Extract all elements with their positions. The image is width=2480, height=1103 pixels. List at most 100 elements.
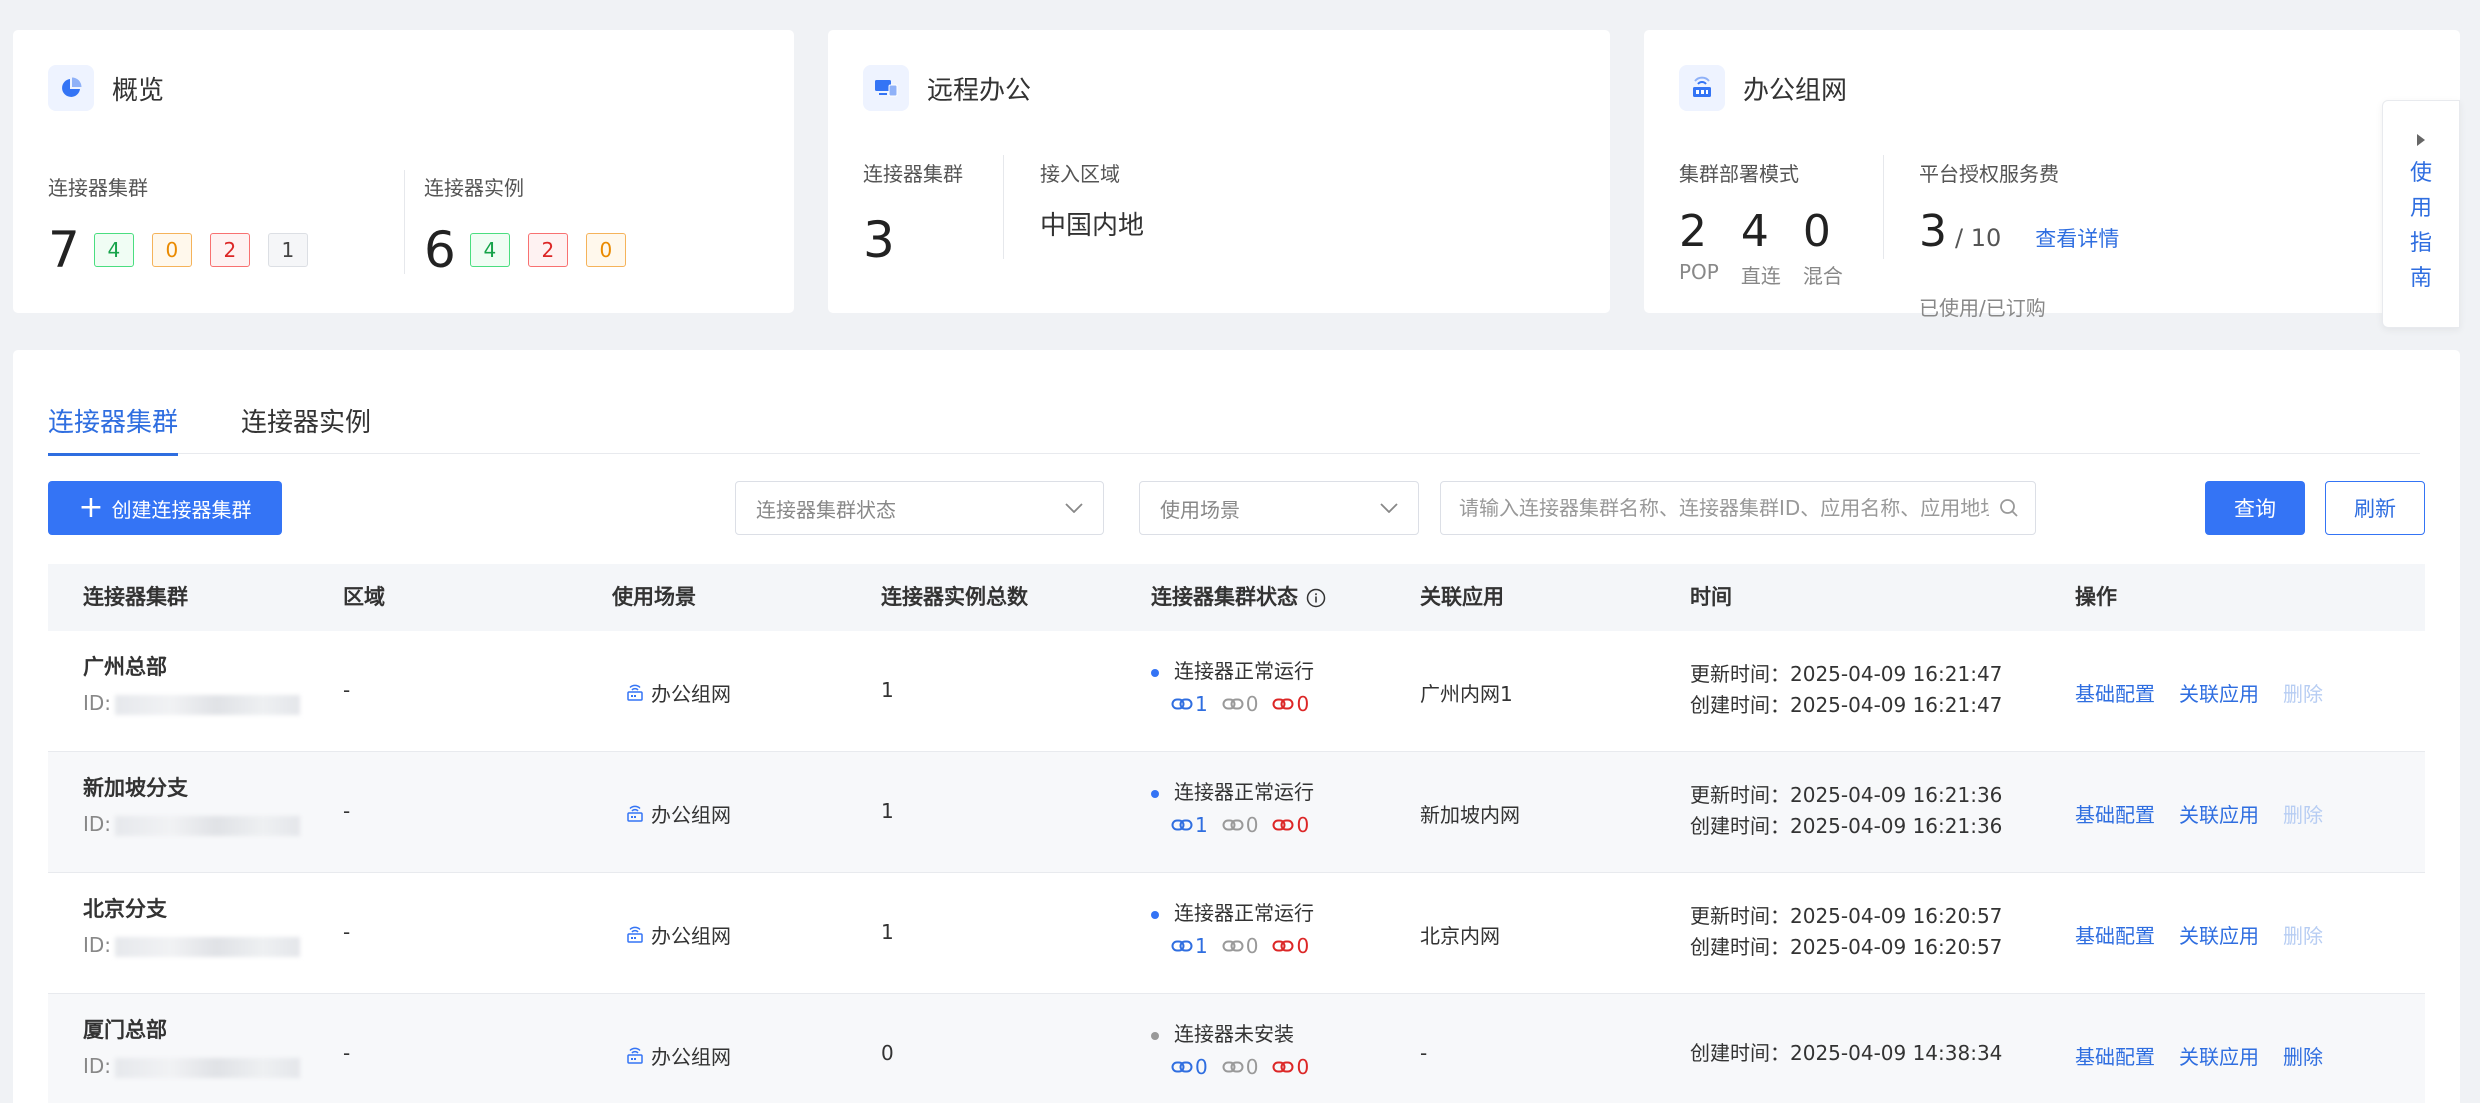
th-scene: 使用场景 [612, 585, 696, 609]
th-time: 时间 [1690, 585, 1732, 609]
overview-instance-stats: 6 4 2 0 [424, 225, 644, 275]
router-icon [627, 1047, 643, 1064]
status-line: 连接器未安装 [1151, 1018, 1323, 1047]
delete-link[interactable]: 删除 [2283, 1041, 2323, 1070]
mode-hybrid-label: 混合 [1802, 264, 1843, 288]
cluster-cell: 北京分支 ID: [83, 893, 301, 957]
delete-link: 删除 [2283, 682, 2323, 706]
scene-select[interactable]: 使用场景 [1139, 481, 1419, 535]
link-app-link[interactable]: 关联应用 [2179, 1041, 2259, 1070]
scene-cell: 办公组网 [626, 1041, 731, 1070]
status-line: 连接器正常运行 [1151, 776, 1323, 805]
router-icon [627, 805, 643, 822]
instance-warning-badge[interactable]: 0 [585, 233, 626, 267]
plus-icon: + [78, 490, 104, 525]
info-icon[interactable] [1306, 588, 1326, 608]
overview-instance-total: 6 [424, 221, 456, 279]
office-fee-total: / 10 [1955, 224, 2002, 252]
cluster-running-badge[interactable]: 4 [93, 233, 134, 267]
cluster-warning-badge[interactable]: 0 [151, 233, 192, 267]
cluster-name[interactable]: 新加坡分支 [83, 772, 300, 802]
link-app-link[interactable]: 关联应用 [2179, 678, 2259, 707]
office-fee-detail-link[interactable]: 查看详情 [2035, 223, 2119, 253]
instance-running-badge[interactable]: 4 [469, 233, 510, 267]
broken-count: 0 [1296, 692, 1310, 716]
basic-config-link[interactable]: 基础配置 [2075, 920, 2155, 949]
basic-config-link[interactable]: 基础配置 [2075, 799, 2155, 828]
link-connected-icon [1171, 940, 1193, 952]
linked-app-cell: 北京内网 [1420, 924, 1500, 948]
search-input[interactable] [1459, 482, 1989, 534]
mode-direct: 4 直连 [1741, 210, 1781, 289]
remote-office-header: 远程办公 [863, 65, 1031, 111]
usage-guide-label: 使用指南 [2409, 161, 2432, 291]
overview-cluster-total: 7 [48, 221, 80, 279]
cluster-id: ID: [83, 812, 301, 836]
linked-app-cell: 广州内网1 [1420, 682, 1513, 706]
mode-pop-label: POP [1679, 260, 1719, 284]
status-dot [1151, 668, 1159, 677]
instance-status-counts: 1 0 0 [1171, 813, 1323, 837]
link-idle-icon [1222, 698, 1244, 710]
tab-connector-instances[interactable]: 连接器实例 [241, 402, 371, 453]
time-cell: 更新时间：2025-04-09 16:20:57 创建时间：2025-04-09 … [1690, 901, 2002, 963]
link-app-link[interactable]: 关联应用 [2179, 920, 2259, 949]
cluster-status-placeholder: 连接器集群状态 [756, 497, 896, 522]
mode-direct-value: 4 [1740, 206, 1769, 257]
time-cell: 更新时间：2025-04-09 16:21:36 创建时间：2025-04-09 … [1690, 780, 2002, 842]
created-time: 创建时间：2025-04-09 16:21:47 [1690, 693, 2003, 717]
office-network-card: 办公组网 集群部署模式 2 POP 4 直连 0 混合 平台授权服务费 3 / … [1644, 30, 2460, 320]
updated-time: 更新时间：2025-04-09 16:21:36 [1690, 783, 2003, 807]
office-fee-label: 平台授权服务费 [1919, 162, 2059, 186]
overview-header: 概览 [48, 65, 164, 111]
broken-count: 0 [1296, 934, 1310, 958]
mode-hybrid: 0 混合 [1803, 210, 1843, 289]
region-cell: - [343, 678, 351, 702]
mode-hybrid-value: 0 [1802, 206, 1831, 257]
scene-cell: 办公组网 [626, 920, 731, 949]
table-row: 新加坡分支 ID: - 办公组网 1 连接器正常运行 1 0 0 新加坡内网 更新时间：2025-0… [48, 752, 2425, 873]
cluster-uninstalled-badge[interactable]: 1 [267, 233, 308, 267]
cluster-cell: 新加坡分支 ID: [83, 772, 301, 836]
idle-count: 0 [1245, 934, 1259, 958]
overview-cluster-label: 连接器集群 [48, 176, 148, 200]
usage-guide-tab[interactable]: 使用指南 [2382, 100, 2460, 328]
status-line: 连接器正常运行 [1151, 655, 1323, 684]
cluster-error-badge[interactable]: 2 [209, 233, 250, 267]
link-connected-icon [1171, 819, 1193, 831]
cluster-cell: 广州总部 ID: [83, 651, 301, 715]
query-button[interactable]: 查询 [2205, 481, 2305, 535]
table-header: 连接器集群 区域 使用场景 连接器实例总数 连接器集群状态 关联应用 时间 操作 [48, 564, 2425, 631]
cluster-status-select[interactable]: 连接器集群状态 [735, 481, 1104, 535]
status-cell: 连接器正常运行 1 0 0 [1151, 776, 1323, 837]
create-cluster-label: 创建连接器集群 [111, 497, 252, 522]
caret-right-icon [2417, 134, 2425, 146]
basic-config-link[interactable]: 基础配置 [2075, 1041, 2155, 1070]
cluster-name[interactable]: 广州总部 [83, 651, 300, 681]
cluster-name[interactable]: 北京分支 [83, 893, 300, 923]
delete-link: 删除 [2283, 924, 2323, 948]
status-dot [1151, 910, 1159, 919]
search-box [1440, 481, 2036, 535]
scene-label: 办公组网 [651, 924, 731, 948]
th-status: 连接器集群状态 [1151, 564, 1326, 631]
cluster-id: ID: [83, 933, 301, 957]
search-icon[interactable] [1999, 498, 2019, 518]
instance-error-badge[interactable]: 2 [527, 233, 568, 267]
basic-config-link[interactable]: 基础配置 [2075, 678, 2155, 707]
tab-connector-clusters[interactable]: 连接器集群 [48, 402, 179, 456]
create-cluster-button[interactable]: + 创建连接器集群 [48, 481, 282, 535]
status-text: 连接器正常运行 [1174, 780, 1314, 804]
mode-direct-label: 直连 [1740, 264, 1781, 288]
remote-region-value: 中国内地 [1040, 211, 1145, 241]
connected-count: 1 [1195, 692, 1208, 716]
region-cell: - [343, 920, 351, 944]
refresh-button[interactable]: 刷新 [2325, 481, 2425, 535]
cluster-id: ID: [83, 1054, 301, 1078]
cluster-id-masked [115, 694, 301, 715]
router-icon [1679, 65, 1725, 111]
cluster-name[interactable]: 厦门总部 [83, 1014, 300, 1044]
link-idle-icon [1222, 940, 1244, 952]
office-mode-stats: 2 POP 4 直连 0 混合 [1679, 210, 1843, 289]
link-app-link[interactable]: 关联应用 [2179, 799, 2259, 828]
